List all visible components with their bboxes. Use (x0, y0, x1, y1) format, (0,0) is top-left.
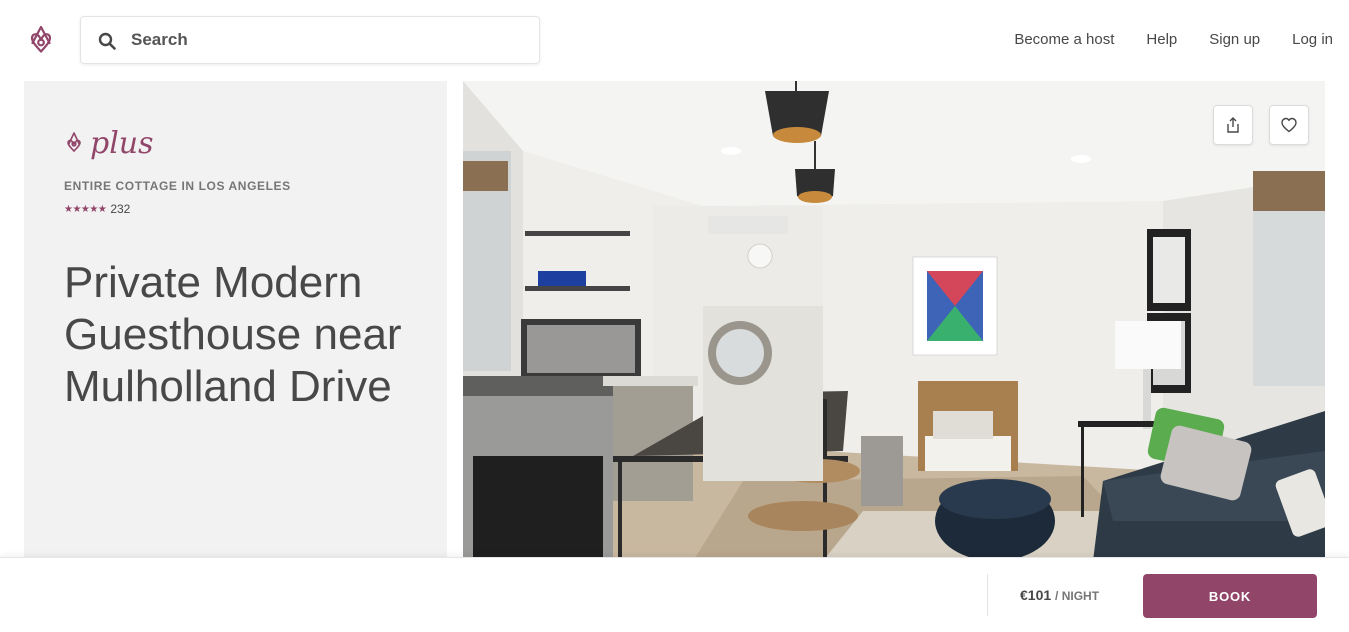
booking-divider (987, 574, 988, 616)
nav-help[interactable]: Help (1146, 30, 1177, 50)
nav-log-in[interactable]: Log in (1292, 30, 1333, 50)
share-button[interactable] (1213, 105, 1253, 145)
header: Become a host Help Sign up Log in (0, 0, 1349, 80)
heart-icon (1281, 117, 1297, 133)
search-icon (98, 32, 116, 50)
nav-become-a-host[interactable]: Become a host (1014, 30, 1114, 50)
search-bar[interactable] (80, 16, 540, 64)
svg-text:plus: plus (90, 126, 154, 161)
top-nav: Become a host Help Sign up Log in (982, 30, 1333, 50)
booking-bar: €101 / NIGHT BOOK (0, 557, 1349, 632)
listing-title: Private Modern Guesthouse near Mulhollan… (64, 258, 402, 411)
share-icon (1227, 117, 1239, 133)
nav-sign-up[interactable]: Sign up (1209, 30, 1260, 50)
review-count: 232 (110, 202, 131, 216)
rating[interactable]: ★★★★★ 232 (64, 202, 130, 216)
listing-type-label: ENTIRE COTTAGE IN LOS ANGELES (64, 179, 291, 193)
price-value: €101 (1020, 587, 1052, 603)
listing-info-panel: plus ENTIRE COTTAGE IN LOS ANGELES ★★★★★… (24, 81, 447, 561)
listing-photo[interactable] (463, 81, 1325, 561)
price-per-night: €101 / NIGHT (1020, 587, 1099, 603)
price-unit: / NIGHT (1055, 589, 1100, 603)
book-button[interactable]: BOOK (1143, 574, 1317, 618)
search-input[interactable] (131, 17, 531, 63)
kitchen-living-room-image (463, 81, 1325, 561)
star-rating-icon: ★★★★★ (64, 203, 107, 215)
airbnb-plus-logo: plus (67, 126, 154, 161)
airbnb-logo[interactable] (25, 24, 57, 58)
save-button[interactable] (1269, 105, 1309, 145)
